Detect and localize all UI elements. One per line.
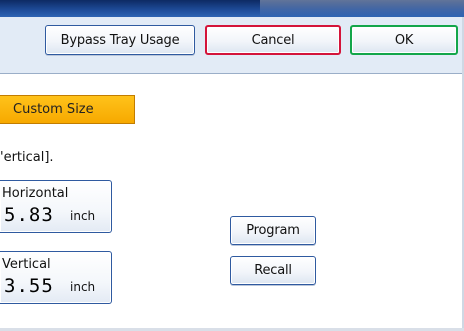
cancel-button[interactable]: Cancel [205, 25, 341, 55]
horizontal-size-button[interactable]: Horizontal 5.83 inch [0, 180, 112, 233]
ok-label: OK [394, 32, 414, 48]
cancel-label: Cancel [251, 32, 295, 48]
program-button[interactable]: Program [230, 216, 316, 245]
horizontal-unit: inch [70, 209, 96, 223]
recall-button[interactable]: Recall [230, 256, 316, 285]
vertical-size-button[interactable]: Vertical 3.55 inch [0, 251, 112, 304]
vertical-unit: inch [70, 280, 96, 294]
instruction-text: 'ertical]. [0, 150, 54, 165]
title-strip [0, 0, 464, 17]
custom-size-label: Custom Size [13, 102, 94, 117]
bypass-tray-usage-button[interactable]: Bypass Tray Usage [45, 25, 195, 55]
horizontal-label: Horizontal [2, 186, 69, 201]
copier-panel: Bypass Tray Usage Cancel OK Custom Size … [0, 0, 464, 331]
program-label: Program [246, 223, 300, 238]
custom-size-button[interactable]: Custom Size [0, 95, 135, 124]
bypass-tray-usage-label: Bypass Tray Usage [60, 32, 180, 48]
header-bar: Bypass Tray Usage Cancel OK [0, 17, 464, 74]
vertical-value: 3.55 [4, 275, 54, 297]
vertical-label: Vertical [2, 257, 51, 272]
horizontal-value: 5.83 [4, 204, 54, 226]
recall-label: Recall [254, 263, 292, 278]
ok-button[interactable]: OK [350, 25, 458, 55]
